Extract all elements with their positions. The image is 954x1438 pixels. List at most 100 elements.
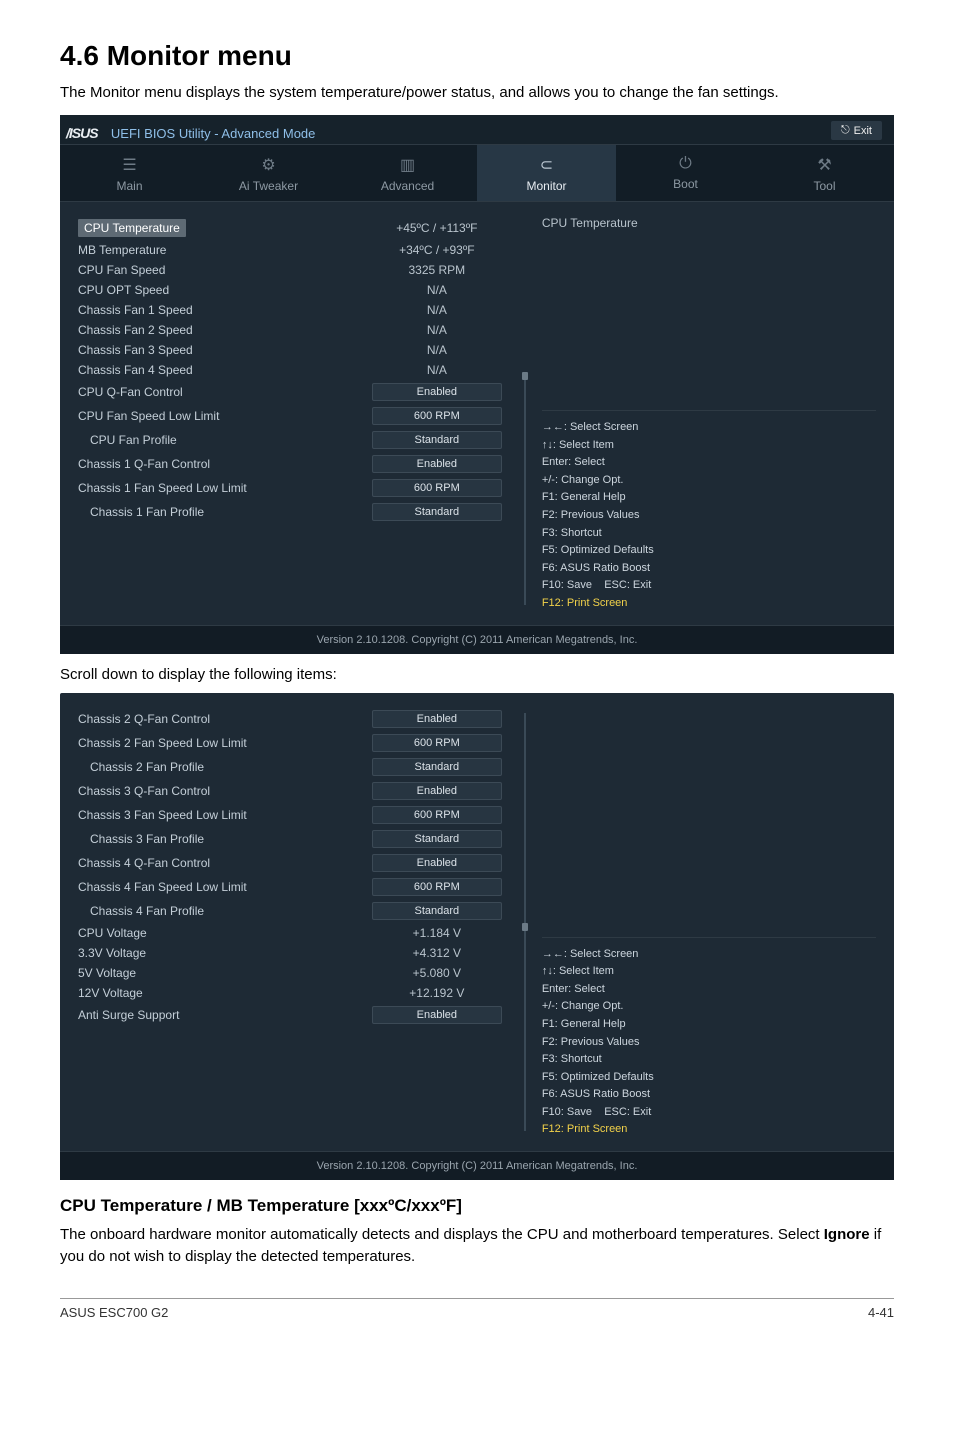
aitweaker-icon: ⚙ bbox=[199, 155, 338, 175]
help2-f3: F3: Shortcut bbox=[542, 1051, 876, 1069]
monitor-row-label: Chassis 1 Fan Speed Low Limit bbox=[78, 481, 247, 495]
footer-left: ASUS ESC700 G2 bbox=[60, 1305, 168, 1320]
monitor-row[interactable]: MB Temperature +34ºC / +93ºF bbox=[78, 240, 502, 260]
monitor-row-value: N/A bbox=[372, 283, 502, 297]
monitor-row[interactable]: Chassis 3 Fan Speed Low Limit 600 RPM bbox=[78, 803, 502, 827]
monitor-row[interactable]: Chassis 3 Fan Profile Standard bbox=[78, 827, 502, 851]
monitor-row[interactable]: 5V Voltage+5.080 V bbox=[78, 963, 502, 983]
help-select-item: ↑↓: Select Item bbox=[542, 437, 876, 455]
main-icon: ☰ bbox=[60, 155, 199, 175]
monitor-row-dropdown[interactable]: 600 RPM bbox=[372, 878, 502, 896]
monitor-row[interactable]: Anti Surge SupportEnabled bbox=[78, 1003, 502, 1027]
monitor-row[interactable]: Chassis 1 Fan Speed Low Limit 600 RPM bbox=[78, 476, 502, 500]
body-text-1: The onboard hardware monitor automatical… bbox=[60, 1226, 824, 1243]
monitor-row[interactable]: Chassis Fan 3 Speed N/A bbox=[78, 340, 502, 360]
monitor-row-dropdown[interactable]: Standard bbox=[372, 758, 502, 776]
monitor-row[interactable]: Chassis 3 Q-Fan ControlEnabled bbox=[78, 779, 502, 803]
tab-monitor[interactable]: ⊂ Monitor bbox=[477, 145, 616, 201]
monitor-row-label: Chassis 3 Fan Speed Low Limit bbox=[78, 808, 247, 822]
monitor-row-label: MB Temperature bbox=[78, 243, 166, 257]
monitor-row[interactable]: 3.3V Voltage +4.312 V bbox=[78, 943, 502, 963]
boot-icon: ⏻ bbox=[616, 155, 755, 173]
monitor-row-dropdown[interactable]: Standard bbox=[372, 503, 502, 521]
monitor-row-dropdown[interactable]: Enabled bbox=[372, 782, 502, 800]
monitor-row-value: +4.312 V bbox=[372, 946, 502, 960]
monitor-row-label: 3.3V Voltage bbox=[78, 946, 146, 960]
monitor-row[interactable]: CPU Fan Speed3325 RPM bbox=[78, 260, 502, 280]
exit-icon: ⎋ bbox=[841, 124, 850, 137]
intro-text: The Monitor menu displays the system tem… bbox=[60, 82, 894, 103]
monitor-row-dropdown[interactable]: Enabled bbox=[372, 710, 502, 728]
monitor-row[interactable]: CPU Voltage+1.184 V bbox=[78, 923, 502, 943]
monitor-row[interactable]: CPU OPT SpeedN/A bbox=[78, 280, 502, 300]
tab-advanced[interactable]: ▥ Advanced bbox=[338, 145, 477, 201]
monitor-row-dropdown[interactable]: Standard bbox=[372, 830, 502, 848]
monitor-row-value: +34ºC / +93ºF bbox=[372, 243, 502, 257]
bios-footer-2: Version 2.10.1208. Copyright (C) 2011 Am… bbox=[60, 1151, 894, 1180]
monitor-row-dropdown[interactable]: 600 RPM bbox=[372, 806, 502, 824]
help-f3: F3: Shortcut bbox=[542, 525, 876, 543]
monitor-row[interactable]: CPU Q-Fan Control Enabled bbox=[78, 380, 502, 404]
help-f12: F12: Print Screen bbox=[542, 595, 876, 613]
monitor-row-label: Chassis 3 Fan Profile bbox=[78, 832, 204, 846]
monitor-row[interactable]: Chassis 1 Fan ProfileStandard bbox=[78, 500, 502, 524]
monitor-row-value: N/A bbox=[372, 343, 502, 357]
scrollbar[interactable] bbox=[522, 202, 528, 625]
monitor-row[interactable]: Chassis 4 Q-Fan ControlEnabled bbox=[78, 851, 502, 875]
monitor-row[interactable]: CPU Fan Speed Low Limit600 RPM bbox=[78, 404, 502, 428]
help2-select-screen: →←: Select Screen bbox=[542, 946, 876, 964]
help2-select-item: ↑↓: Select Item bbox=[542, 963, 876, 981]
monitor-row-dropdown[interactable]: 600 RPM bbox=[372, 407, 502, 425]
monitor-row[interactable]: Chassis 4 Fan Speed Low Limit600 RPM bbox=[78, 875, 502, 899]
help-f10: F10: Save bbox=[542, 579, 592, 591]
tab-tool-label: Tool bbox=[813, 179, 835, 193]
monitor-row-dropdown[interactable]: 600 RPM bbox=[372, 734, 502, 752]
monitor-row[interactable]: Chassis 2 Fan Speed Low Limit600 RPM bbox=[78, 731, 502, 755]
help2-enter: Enter: Select bbox=[542, 981, 876, 999]
tab-boot[interactable]: ⏻ Boot bbox=[616, 145, 755, 201]
page-title: 4.6 Monitor menu bbox=[60, 40, 894, 72]
monitor-row-dropdown[interactable]: Standard bbox=[372, 902, 502, 920]
monitor-row-dropdown[interactable]: Enabled bbox=[372, 455, 502, 473]
tab-tool[interactable]: ⚒ Tool bbox=[755, 145, 894, 201]
help2-f1: F1: General Help bbox=[542, 1016, 876, 1034]
exit-button[interactable]: ⎋ Exit bbox=[831, 121, 882, 140]
monitor-row-value: N/A bbox=[372, 323, 502, 337]
asus-logo: /ISUS bbox=[66, 125, 104, 141]
body-text: The onboard hardware monitor automatical… bbox=[60, 1224, 894, 1268]
monitor-row[interactable]: Chassis 1 Q-Fan ControlEnabled bbox=[78, 452, 502, 476]
monitor-row-label: Chassis Fan 3 Speed bbox=[78, 343, 193, 357]
tab-aitweaker[interactable]: ⚙ Ai Tweaker bbox=[199, 145, 338, 201]
monitor-row-dropdown[interactable]: Enabled bbox=[372, 854, 502, 872]
help2-esc: ESC: Exit bbox=[604, 1106, 651, 1118]
help-f5: F5: Optimized Defaults bbox=[542, 542, 876, 560]
monitor-row[interactable]: Chassis 2 Fan ProfileStandard bbox=[78, 755, 502, 779]
help2-f5: F5: Optimized Defaults bbox=[542, 1069, 876, 1087]
monitor-row[interactable]: CPU Fan ProfileStandard bbox=[78, 428, 502, 452]
help2-change-opt: +/-: Change Opt. bbox=[542, 998, 876, 1016]
tab-advanced-label: Advanced bbox=[381, 179, 434, 193]
monitor-row-dropdown[interactable]: Enabled bbox=[372, 383, 502, 401]
monitor-row-value: 3325 RPM bbox=[372, 263, 502, 277]
help-esc: ESC: Exit bbox=[604, 579, 651, 591]
monitor-row-label: Chassis Fan 2 Speed bbox=[78, 323, 193, 337]
monitor-row[interactable]: CPU Temperature+45ºC / +113ºF bbox=[78, 216, 502, 240]
tab-main[interactable]: ☰ Main bbox=[60, 145, 199, 201]
scrollbar-2[interactable] bbox=[522, 693, 528, 1152]
monitor-row-dropdown[interactable]: Standard bbox=[372, 431, 502, 449]
monitor-row[interactable]: Chassis Fan 2 Speed N/A bbox=[78, 320, 502, 340]
monitor-row-value: N/A bbox=[372, 303, 502, 317]
help-f6: F6: ASUS Ratio Boost bbox=[542, 560, 876, 578]
monitor-row-dropdown[interactable]: Enabled bbox=[372, 1006, 502, 1024]
tab-monitor-label: Monitor bbox=[526, 179, 566, 193]
help-select-screen: →←: Select Screen bbox=[542, 419, 876, 437]
monitor-row[interactable]: 12V Voltage+12.192 V bbox=[78, 983, 502, 1003]
help-change-opt: +/-: Change Opt. bbox=[542, 472, 876, 490]
monitor-row[interactable]: Chassis Fan 4 SpeedN/A bbox=[78, 360, 502, 380]
monitor-row-label: CPU Q-Fan Control bbox=[78, 385, 183, 399]
monitor-row-value: +12.192 V bbox=[372, 986, 502, 1000]
monitor-row[interactable]: Chassis Fan 1 SpeedN/A bbox=[78, 300, 502, 320]
monitor-row[interactable]: Chassis 2 Q-Fan ControlEnabled bbox=[78, 707, 502, 731]
monitor-row[interactable]: Chassis 4 Fan ProfileStandard bbox=[78, 899, 502, 923]
monitor-row-dropdown[interactable]: 600 RPM bbox=[372, 479, 502, 497]
